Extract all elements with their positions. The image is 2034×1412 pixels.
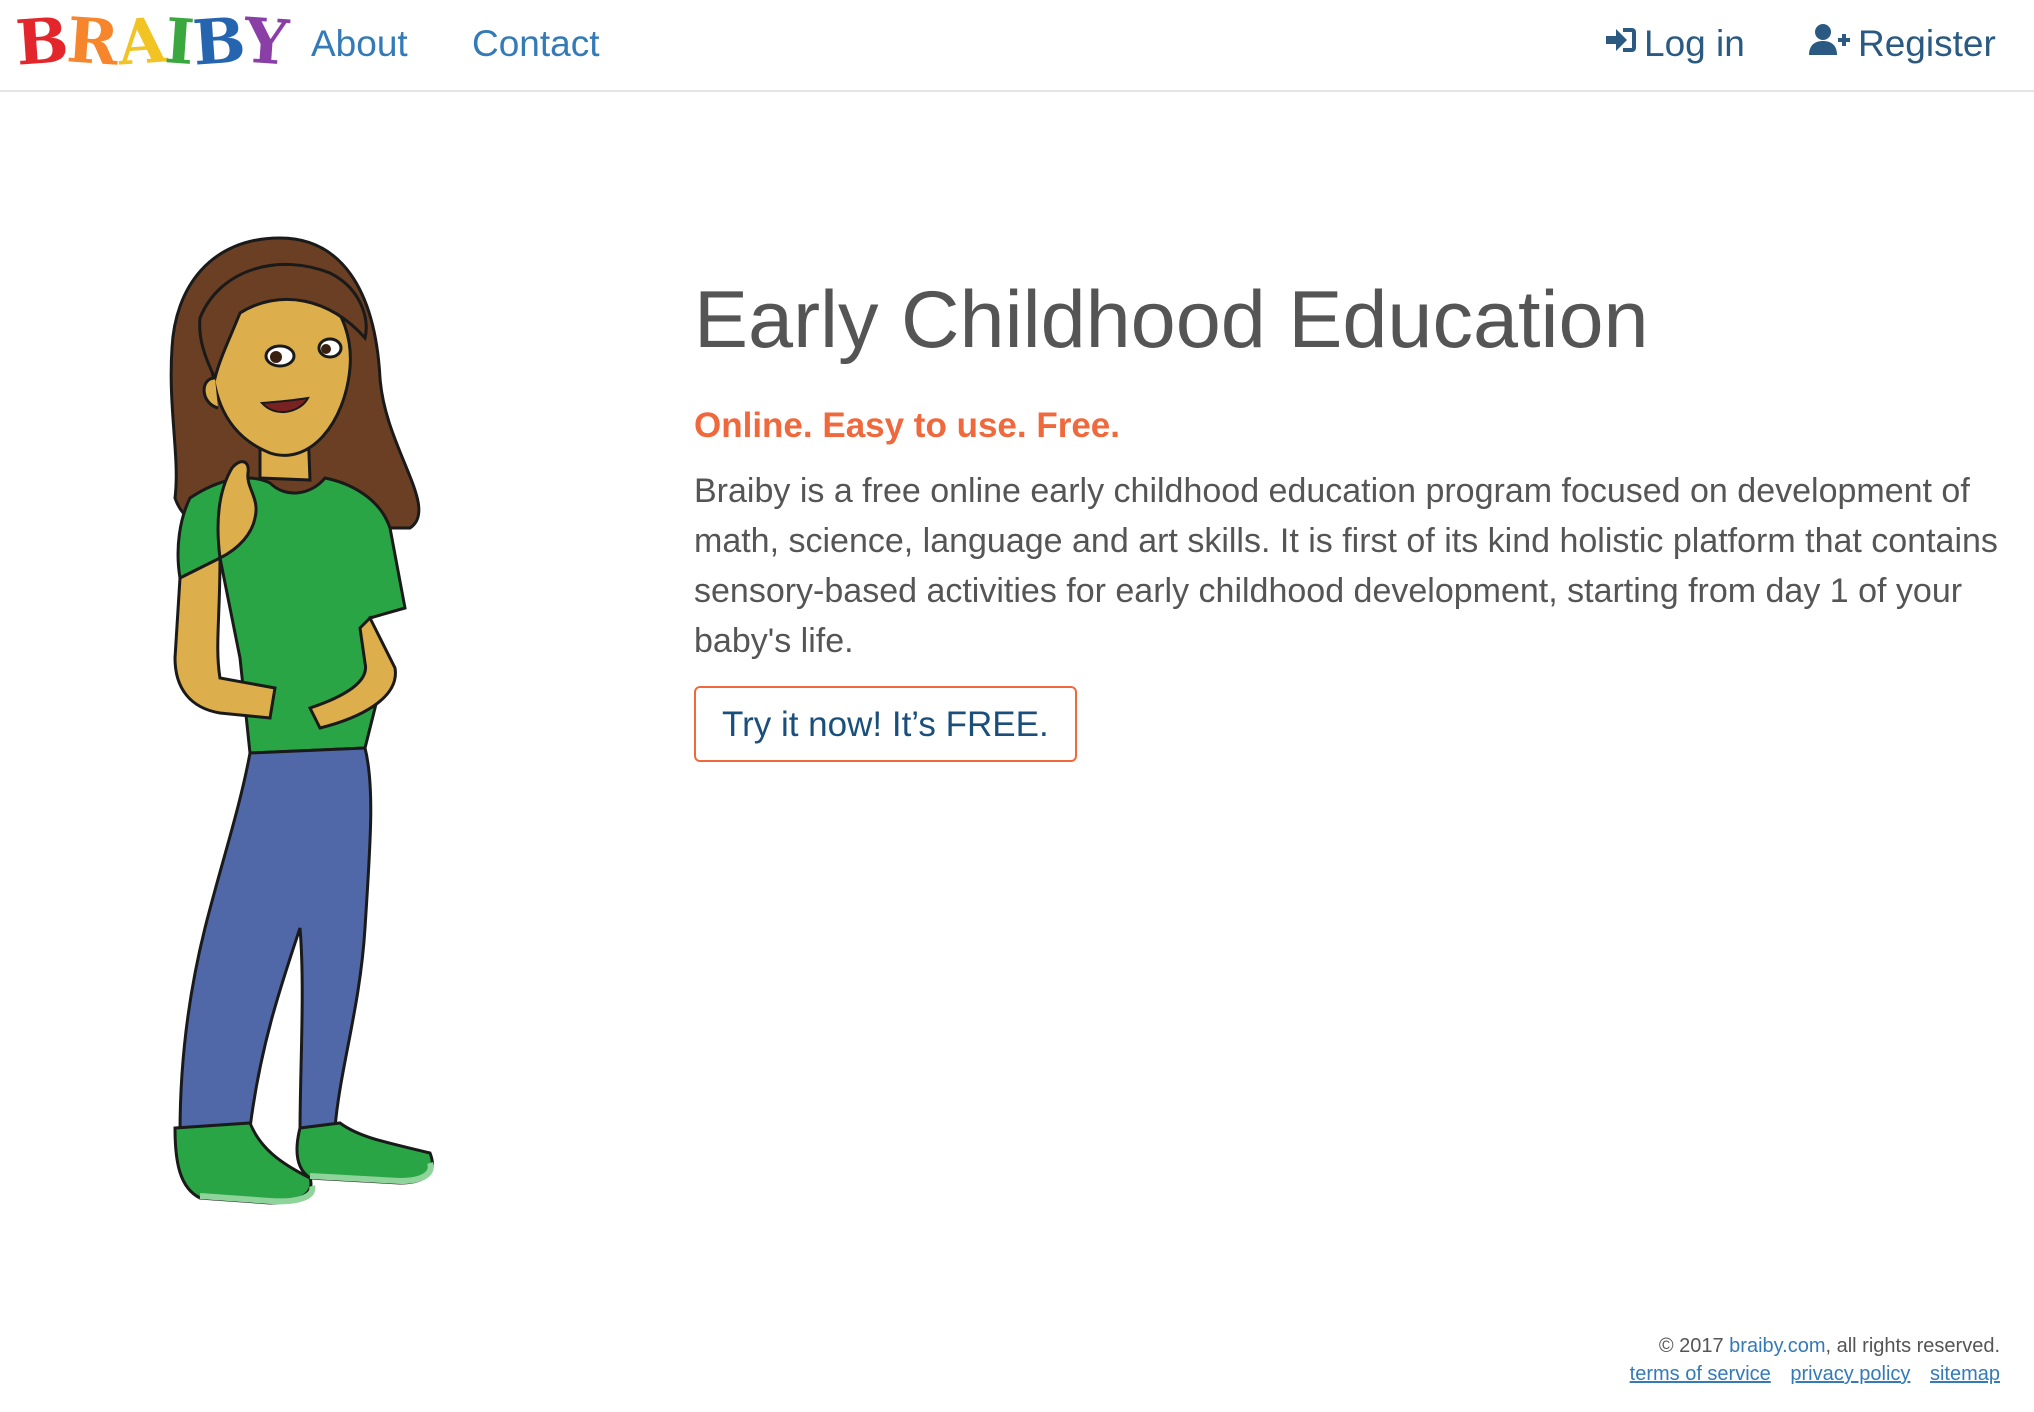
hero-tagline: Online. Easy to use. Free.	[694, 406, 1120, 445]
top-navbar: BRAIBY About Contact Log in Register	[0, 0, 2034, 92]
nav-about-link[interactable]: About	[311, 20, 408, 68]
logo-letter: Y	[242, 3, 291, 80]
logo-letter: A	[115, 3, 168, 80]
login-link[interactable]: Log in	[1604, 20, 1745, 68]
privacy-policy-link[interactable]: privacy policy	[1790, 1363, 1910, 1385]
register-label: Register	[1858, 23, 1996, 64]
sitemap-link[interactable]: sitemap	[1930, 1363, 2000, 1385]
footer-links: terms of service privacy policy sitemap	[1616, 1360, 2000, 1388]
login-label: Log in	[1644, 23, 1745, 64]
logo-letter: B	[13, 3, 70, 80]
braiby-logo[interactable]: BRAIBY	[13, 3, 291, 80]
copyright-line: © 2017 braiby.com, all rights reserved.	[1616, 1332, 2000, 1360]
sign-in-icon	[1604, 20, 1644, 68]
logo-letter: B	[190, 3, 247, 80]
girl-illustration	[160, 228, 490, 1234]
hero-title: Early Childhood Education	[694, 275, 1649, 365]
hero-section: Early Childhood Education Online. Easy t…	[694, 272, 2014, 762]
logo-letter: I	[162, 4, 196, 79]
logo-letter: R	[64, 3, 121, 80]
terms-of-service-link[interactable]: terms of service	[1630, 1363, 1771, 1385]
try-it-now-button[interactable]: Try it now! It’s FREE.	[694, 686, 1077, 762]
register-link[interactable]: Register	[1808, 20, 1996, 68]
user-plus-icon	[1808, 20, 1858, 68]
copyright-suffix: , all rights reserved.	[1825, 1335, 2000, 1357]
braiby-site-link[interactable]: braiby.com	[1729, 1335, 1825, 1357]
hero-description: Braiby is a free online early childhood …	[694, 472, 1998, 660]
footer: © 2017 braiby.com, all rights reserved. …	[1616, 1332, 2000, 1388]
copyright-prefix: © 2017	[1658, 1335, 1730, 1357]
nav-contact-link[interactable]: Contact	[472, 20, 600, 68]
